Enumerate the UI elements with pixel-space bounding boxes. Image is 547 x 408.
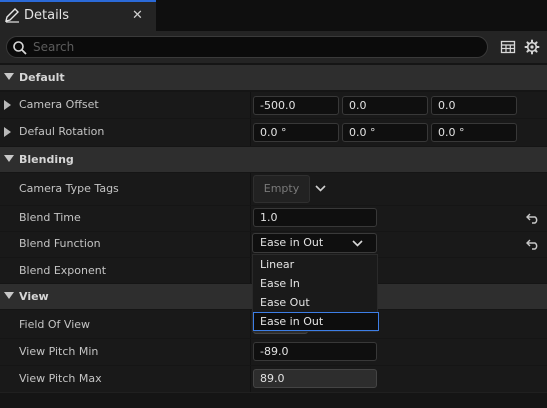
property-default-rotation: Defaul Rotation 0.0 ° 0.0 ° 0.0 ° bbox=[0, 119, 547, 146]
property-label: View Pitch Min bbox=[19, 345, 99, 358]
column-divider bbox=[250, 339, 251, 365]
menu-item-ease-in[interactable]: Ease In bbox=[253, 274, 379, 293]
chevron-down-icon bbox=[352, 240, 363, 247]
section-label: Default bbox=[19, 71, 65, 84]
search-icon bbox=[13, 41, 27, 55]
table-view-icon[interactable] bbox=[500, 39, 516, 55]
search-input[interactable] bbox=[33, 39, 473, 55]
property-view-pitch-min: View Pitch Min -89.0 bbox=[0, 339, 547, 365]
column-divider bbox=[250, 232, 251, 257]
section-label: View bbox=[19, 290, 49, 303]
blend-function-dropdown[interactable]: Ease in Out bbox=[252, 233, 377, 253]
panel-footer bbox=[0, 392, 547, 408]
tab-title: Details bbox=[24, 8, 70, 23]
column-divider bbox=[250, 258, 251, 283]
property-camera-type-tags: Camera Type Tags Empty bbox=[0, 173, 547, 205]
view-pitch-min-field[interactable]: -89.0 bbox=[253, 342, 377, 361]
column-divider bbox=[250, 310, 251, 338]
close-icon[interactable]: ✕ bbox=[132, 8, 143, 23]
property-label: Defaul Rotation bbox=[19, 125, 105, 138]
property-view-pitch-max: View Pitch Max 89.0 bbox=[0, 366, 547, 392]
tab-details[interactable]: Details ✕ bbox=[0, 0, 156, 31]
reset-arrow-icon[interactable] bbox=[526, 212, 540, 224]
blend-time-field[interactable]: 1.0 bbox=[253, 208, 377, 227]
camera-offset-y-field[interactable]: 0.0 bbox=[342, 96, 428, 115]
property-label: Camera Type Tags bbox=[19, 182, 119, 195]
reset-arrow-icon[interactable] bbox=[526, 238, 540, 250]
property-label: View Pitch Max bbox=[19, 372, 102, 385]
property-label: Blend Function bbox=[19, 237, 101, 250]
chevron-right-icon[interactable] bbox=[4, 100, 12, 110]
column-divider bbox=[250, 366, 251, 392]
dropdown-value: Ease in Out bbox=[260, 236, 324, 249]
menu-item-linear[interactable]: Linear bbox=[253, 255, 379, 274]
property-label: Blend Exponent bbox=[19, 264, 107, 277]
column-divider bbox=[250, 92, 251, 118]
column-divider bbox=[250, 206, 251, 231]
chevron-down-icon bbox=[4, 155, 14, 162]
menu-item-ease-out[interactable]: Ease Out bbox=[253, 293, 379, 312]
chevron-down-icon[interactable] bbox=[315, 185, 326, 192]
chevron-right-icon[interactable] bbox=[4, 127, 12, 137]
blend-function-menu: Linear Ease In Ease Out Ease in Out bbox=[252, 254, 379, 332]
column-divider bbox=[250, 119, 251, 146]
chevron-down-icon bbox=[4, 73, 14, 80]
property-label: Camera Offset bbox=[19, 98, 99, 111]
view-pitch-max-field[interactable]: 89.0 bbox=[253, 369, 377, 388]
chevron-down-icon bbox=[4, 292, 14, 299]
tab-bar: Details ✕ bbox=[0, 0, 547, 31]
settings-gear-icon[interactable] bbox=[524, 39, 540, 55]
pencil-icon bbox=[5, 8, 19, 23]
camera-offset-x-field[interactable]: -500.0 bbox=[253, 96, 339, 115]
search-bar bbox=[0, 31, 547, 63]
section-default[interactable]: Default bbox=[0, 65, 547, 90]
search-box[interactable] bbox=[6, 36, 488, 58]
property-camera-offset: Camera Offset -500.0 0.0 0.0 bbox=[0, 92, 547, 118]
property-label: Field Of View bbox=[19, 318, 91, 331]
rotation-roll-field[interactable]: 0.0 ° bbox=[253, 123, 339, 142]
property-blend-time: Blend Time 1.0 bbox=[0, 206, 547, 231]
column-divider bbox=[250, 173, 251, 205]
section-blending[interactable]: Blending bbox=[0, 147, 547, 172]
tags-empty-box[interactable]: Empty bbox=[253, 175, 310, 203]
rotation-yaw-field[interactable]: 0.0 ° bbox=[431, 123, 517, 142]
property-label: Blend Time bbox=[19, 211, 81, 224]
menu-item-ease-in-out[interactable]: Ease in Out bbox=[253, 312, 379, 331]
section-label: Blending bbox=[19, 153, 74, 166]
rotation-pitch-field[interactable]: 0.0 ° bbox=[342, 123, 428, 142]
camera-offset-z-field[interactable]: 0.0 bbox=[431, 96, 517, 115]
